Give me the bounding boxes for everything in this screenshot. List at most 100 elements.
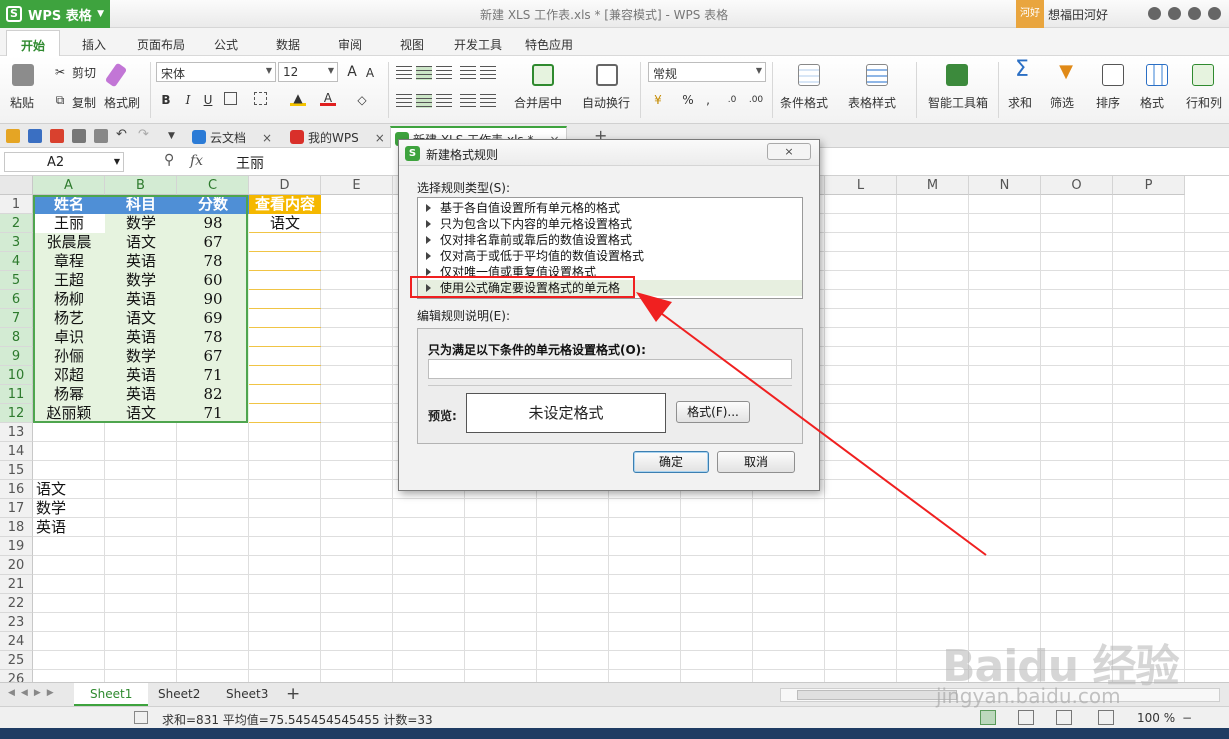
row-header-23[interactable]: 23: [0, 613, 33, 632]
italic-button[interactable]: I: [180, 92, 196, 108]
font-size-select[interactable]: 12 ▼: [278, 62, 338, 82]
dialog-title-bar[interactable]: S 新建格式规则 ×: [399, 140, 819, 166]
close-icon[interactable]: ×: [262, 131, 272, 145]
sheet-nav-arrows-icon[interactable]: ◀◀▶▶: [8, 688, 60, 698]
align-bottom-icon[interactable]: [436, 66, 452, 80]
print-icon[interactable]: [72, 129, 86, 143]
undo-icon[interactable]: ↶: [116, 128, 130, 143]
row-header-26[interactable]: 26: [0, 670, 33, 682]
decrease-decimal-icon[interactable]: .00: [748, 92, 764, 108]
zoom-level[interactable]: 100 %: [1137, 711, 1175, 725]
sort-button[interactable]: 排序: [1096, 94, 1120, 111]
currency-icon[interactable]: ¥: [650, 92, 666, 108]
row-header-11[interactable]: 11: [0, 385, 33, 404]
doc-tab-cloud[interactable]: 云文档 ×: [188, 126, 278, 148]
search-icon[interactable]: ⚲: [164, 152, 174, 168]
column-header-d[interactable]: D: [249, 176, 321, 195]
rule-type-item[interactable]: 基于各自值设置所有单元格的格式: [418, 200, 802, 216]
fx-icon[interactable]: fx: [190, 153, 203, 169]
row-header-16[interactable]: 16: [0, 480, 33, 499]
row-header-17[interactable]: 17: [0, 499, 33, 518]
tab-developer[interactable]: 开发工具: [454, 36, 502, 53]
row-header-14[interactable]: 14: [0, 442, 33, 461]
fill-color-icon[interactable]: ▲: [290, 90, 306, 106]
align-right-icon[interactable]: [436, 94, 452, 108]
list-cell[interactable]: 英语: [33, 518, 105, 537]
settings-icon[interactable]: [1208, 7, 1221, 20]
doc-tab-mywps[interactable]: 我的WPS ×: [286, 126, 391, 148]
row-header-12[interactable]: 12: [0, 404, 33, 423]
merge-center-button[interactable]: 合并居中: [514, 94, 562, 111]
row-header-10[interactable]: 10: [0, 366, 33, 385]
column-header-n[interactable]: N: [969, 176, 1041, 195]
align-top-icon[interactable]: [396, 66, 412, 80]
row-header-7[interactable]: 7: [0, 309, 33, 328]
sheet-tab-2[interactable]: Sheet2: [142, 683, 216, 706]
sum-button[interactable]: 求和: [1008, 94, 1032, 111]
row-header-1[interactable]: 1: [0, 195, 33, 214]
user-name[interactable]: 想福田河好: [1048, 6, 1108, 23]
borders-icon[interactable]: [224, 92, 237, 105]
row-col-button[interactable]: 行和列: [1186, 94, 1222, 111]
feedback-icon[interactable]: [1168, 7, 1181, 20]
rule-type-item[interactable]: 仅对高于或低于平均值的数值设置格式: [418, 248, 802, 264]
column-header-o[interactable]: O: [1041, 176, 1113, 195]
column-header-e[interactable]: E: [321, 176, 393, 195]
tab-data[interactable]: 数据: [276, 36, 300, 53]
conditional-format-button[interactable]: 条件格式: [780, 94, 828, 111]
align-center-icon[interactable]: [416, 94, 432, 108]
row-header-20[interactable]: 20: [0, 556, 33, 575]
column-header-m[interactable]: M: [897, 176, 969, 195]
add-sheet-button[interactable]: +: [286, 684, 300, 704]
number-format-select[interactable]: 常规 ▼: [648, 62, 766, 82]
row-header-24[interactable]: 24: [0, 632, 33, 651]
row-header-18[interactable]: 18: [0, 518, 33, 537]
format-painter-button[interactable]: 格式刷: [104, 94, 140, 111]
table-style-button[interactable]: 表格样式: [848, 94, 896, 111]
lookup-header-cell[interactable]: 查看内容: [249, 195, 321, 214]
row-header-19[interactable]: 19: [0, 537, 33, 556]
column-header-l[interactable]: L: [825, 176, 897, 195]
rule-type-item[interactable]: 只为包含以下内容的单元格设置格式: [418, 216, 802, 232]
row-header-3[interactable]: 3: [0, 233, 33, 252]
format-button[interactable]: 格式: [1140, 94, 1164, 111]
increase-font-icon[interactable]: A: [344, 64, 360, 80]
justify-icon[interactable]: [460, 94, 476, 108]
copy-button[interactable]: 复制: [72, 94, 96, 111]
save-icon[interactable]: [28, 129, 42, 143]
rule-type-item[interactable]: 仅对排名靠前或靠后的数值设置格式: [418, 232, 802, 248]
row-header-4[interactable]: 4: [0, 252, 33, 271]
column-header-a[interactable]: A: [33, 176, 105, 195]
clear-format-icon[interactable]: ◇: [354, 92, 370, 108]
column-header-b[interactable]: B: [105, 176, 177, 195]
tab-view[interactable]: 视图: [400, 36, 424, 53]
row-header-22[interactable]: 22: [0, 594, 33, 613]
page-layout-view-icon[interactable]: [1056, 710, 1072, 725]
decrease-font-icon[interactable]: A: [362, 65, 378, 81]
align-left-icon[interactable]: [396, 94, 412, 108]
protect-icon[interactable]: [1098, 710, 1114, 725]
paste-button[interactable]: 粘贴: [10, 94, 34, 111]
row-header-21[interactable]: 21: [0, 575, 33, 594]
scrollbar-thumb[interactable]: [797, 690, 957, 700]
page-break-view-icon[interactable]: [1018, 710, 1034, 725]
font-name-select[interactable]: 宋体 ▼: [156, 62, 276, 82]
tab-home[interactable]: 开始: [6, 30, 61, 56]
row-header-8[interactable]: 8: [0, 328, 33, 347]
row-header-13[interactable]: 13: [0, 423, 33, 442]
sheet-tab-1[interactable]: Sheet1: [74, 683, 149, 706]
bold-button[interactable]: B: [158, 92, 174, 108]
tab-page-layout[interactable]: 页面布局: [137, 36, 185, 53]
percent-button[interactable]: %: [680, 92, 696, 108]
indent-decrease-icon[interactable]: [460, 66, 476, 80]
tab-special[interactable]: 特色应用: [525, 36, 573, 53]
ok-button[interactable]: 确定: [633, 451, 709, 473]
smart-toolbox-button[interactable]: 智能工具箱: [928, 94, 988, 111]
skin-icon[interactable]: [1148, 7, 1161, 20]
normal-view-icon[interactable]: [980, 710, 996, 725]
row-header-2[interactable]: 2: [0, 214, 33, 233]
row-header-15[interactable]: 15: [0, 461, 33, 480]
chevron-down-icon[interactable]: ▼: [168, 129, 182, 143]
tab-formulas[interactable]: 公式: [214, 36, 238, 53]
indent-increase-icon[interactable]: [480, 66, 496, 80]
